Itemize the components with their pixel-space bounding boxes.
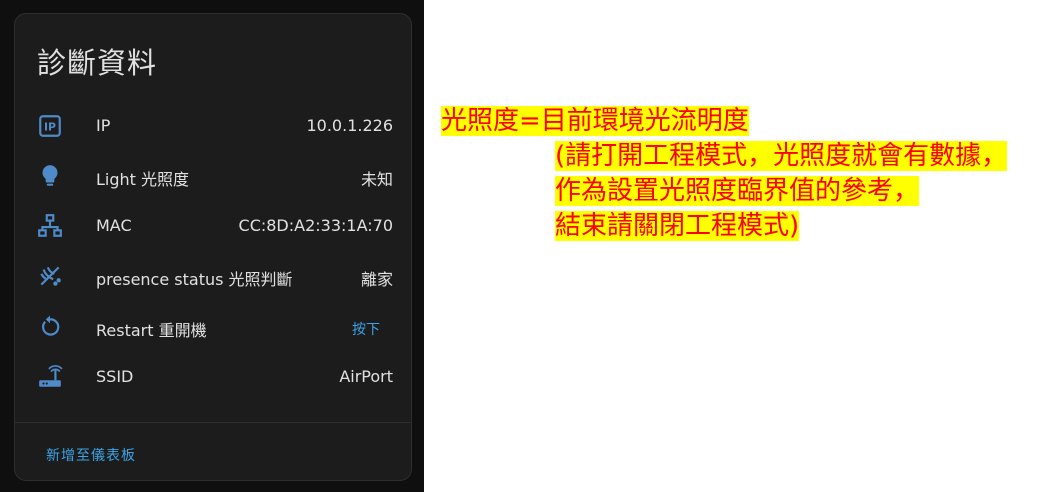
- row-restart: Restart 重開機 按下: [15, 302, 413, 352]
- annotation-line: (請打開工程模式，光照度就會有數據，: [441, 139, 1008, 174]
- diagnostics-card: 診斷資料 IP IP 10.0.1.226 Light 光照度 未知 MAC C…: [14, 13, 412, 481]
- row-label: MAC: [96, 216, 132, 235]
- svg-text:IP: IP: [44, 121, 56, 134]
- row-label: Restart 重開機: [96, 321, 207, 340]
- row-value: CC:8D:A2:33:1A:70: [238, 216, 393, 235]
- annotation-text: 光照度=目前環境光流明度: [441, 106, 749, 136]
- row-value: 10.0.1.226: [306, 116, 393, 135]
- press-button[interactable]: 按下: [352, 319, 380, 339]
- annotation-line: 結束請關閉工程模式): [441, 209, 1007, 244]
- row-label: IP: [96, 116, 111, 135]
- restart-icon: [37, 314, 63, 340]
- annotation-text: 結束請關閉工程模式): [555, 211, 800, 241]
- annotation-line: 作為設置光照度臨界值的參考，: [441, 174, 1007, 209]
- row-value: 未知: [360, 170, 393, 189]
- card-title: 診斷資料: [37, 46, 158, 80]
- router-wifi-icon: [37, 364, 63, 390]
- footer-divider: [15, 422, 411, 423]
- row-light: Light 光照度 未知: [15, 151, 413, 201]
- row-value: 離家: [360, 270, 393, 289]
- ip-icon: IP: [37, 113, 63, 139]
- add-to-dashboard-button[interactable]: 新增至儀表板: [46, 445, 136, 465]
- row-ip: IP IP 10.0.1.226: [15, 101, 413, 151]
- row-ssid: SSID AirPort: [15, 352, 413, 402]
- row-label: Light 光照度: [96, 170, 190, 189]
- network-icon: [37, 213, 63, 239]
- annotation-text: 作為設置光照度臨界值的參考，: [555, 176, 920, 206]
- annotation-text: (請打開工程模式，光照度就會有數據，: [555, 141, 1008, 171]
- row-presence-status: presence status 光照判斷 離家: [15, 251, 413, 301]
- dark-background: 診斷資料 IP IP 10.0.1.226 Light 光照度 未知 MAC C…: [0, 0, 424, 492]
- row-label: presence status 光照判斷: [96, 270, 293, 289]
- annotation-line: 光照度=目前環境光流明度: [441, 104, 1007, 139]
- row-label: SSID: [96, 367, 134, 386]
- annotation-note: 光照度=目前環境光流明度 (請打開工程模式，光照度就會有數據， 作為設置光照度臨…: [441, 104, 1008, 244]
- row-mac: MAC CC:8D:A2:33:1A:70: [15, 201, 413, 251]
- lightbulb-icon: [37, 163, 63, 189]
- row-value: AirPort: [339, 367, 393, 386]
- motion-sensor-off-icon: [37, 263, 63, 289]
